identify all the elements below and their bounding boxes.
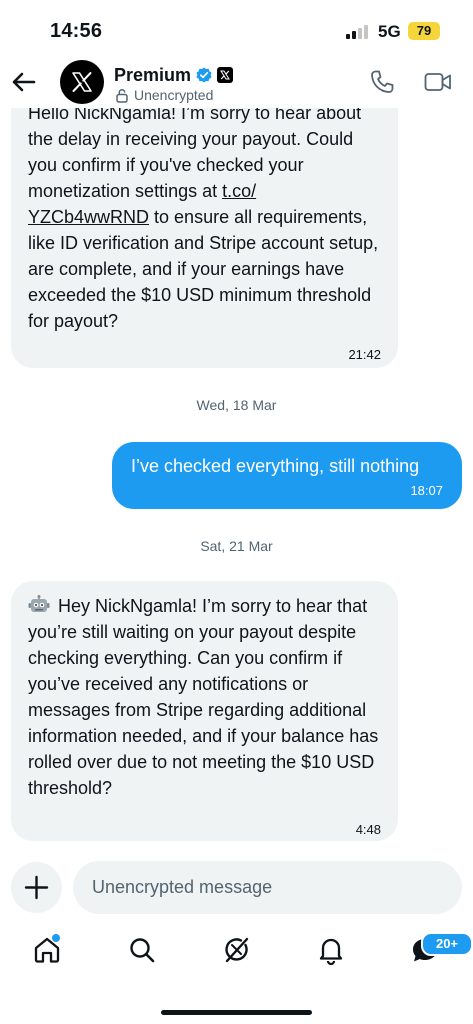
search-icon [130,938,155,963]
message-text: I’ve checked everything, still nothing [131,456,420,476]
messages-badge: 20+ [421,932,473,956]
back-button[interactable] [10,68,38,96]
video-call-button[interactable] [424,70,452,94]
robot-icon [28,595,50,612]
message-time: 4:48 [355,822,381,837]
home-notification-dot [52,934,60,942]
encryption-status: Unencrypted [115,87,213,103]
message-text: Hello NickNgamla! I’m sorry to hear abou… [28,100,381,334]
nav-grok[interactable] [221,935,251,965]
date-separator: Sat, 21 Mar [200,538,273,554]
status-bar: 14:56 5G 79 [0,0,473,62]
contact-name-row[interactable]: Premium [114,64,234,86]
x-logo-icon [72,72,92,92]
message-input[interactable] [73,861,462,914]
incoming-message[interactable]: Hey NickNgamla! I’m sorry to hear that y… [11,581,398,841]
incoming-message[interactable]: Hello NickNgamla! I’m sorry to hear abou… [11,88,398,368]
status-time: 14:56 [50,20,103,42]
contact-name: Premium [114,64,192,85]
nav-search[interactable] [127,935,157,965]
bell-icon [319,938,343,966]
x-affiliate-badge-icon [217,67,234,83]
message-text-part: Hello NickNgamla! I’m sorry to hear abou… [28,103,362,201]
network-type: 5G [378,22,401,41]
plus-icon [24,875,49,900]
voice-call-button[interactable] [369,69,395,95]
message-composer [0,858,473,918]
conversation-header: Premium Unencrypted [0,56,473,108]
message-body: Hey NickNgamla! I’m sorry to hear that y… [28,593,381,801]
encryption-label: Unencrypted [134,87,214,103]
grok-icon [225,937,249,963]
arrow-left-icon [12,72,36,92]
video-camera-icon [424,73,451,91]
lock-icon [116,88,128,103]
verified-badge-icon [196,67,212,83]
avatar[interactable] [60,60,104,104]
bottom-navigation: 20+ [0,926,473,986]
message-time: 21:42 [348,347,381,362]
signal-icon [346,25,370,39]
outgoing-message[interactable]: I’ve checked everything, still nothing 1… [112,442,462,509]
battery-icon: 79 [408,22,440,40]
nav-notifications[interactable] [316,935,346,966]
phone-icon [371,70,394,93]
add-attachment-button[interactable] [11,862,62,913]
message-time: 18:07 [410,483,443,498]
message-text: Hey NickNgamla! I’m sorry to hear that y… [28,596,379,798]
home-indicator [161,1010,312,1015]
date-separator: Wed, 18 Mar [196,397,277,413]
